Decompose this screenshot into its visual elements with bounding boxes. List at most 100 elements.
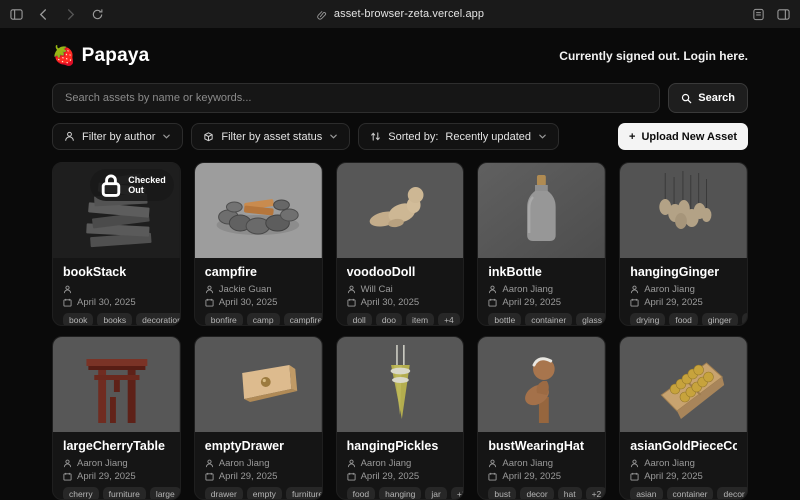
tag[interactable]: food: [669, 313, 698, 326]
tag[interactable]: decoration: [136, 313, 181, 326]
tag[interactable]: doll: [347, 313, 372, 326]
tag-more[interactable]: +2: [742, 313, 748, 326]
tag[interactable]: asian: [630, 487, 662, 500]
asset-card-largecherrytable[interactable]: largeCherryTable Aaron Jiang April 29, 2…: [52, 336, 181, 500]
tag[interactable]: bottle: [488, 313, 521, 326]
plus-icon: +: [629, 131, 635, 143]
asset-card-bustwearinghat[interactable]: bustWearingHat Aaron Jiang April 29, 202…: [477, 336, 606, 500]
search-icon: [681, 93, 692, 104]
asset-thumbnail: [620, 163, 747, 258]
tag[interactable]: books: [97, 313, 132, 326]
asset-card-inkbottle[interactable]: inkBottle Aaron Jiang April 29, 2025 bot…: [477, 162, 606, 326]
tag[interactable]: empty: [247, 487, 282, 500]
search-button[interactable]: Search: [668, 83, 748, 113]
asset-title: hangingGinger: [630, 265, 737, 279]
tag[interactable]: container: [525, 313, 572, 326]
asset-card-bookstack[interactable]: Checked Out bookStack April 30, 2025 boo…: [52, 162, 181, 326]
asset-thumbnail: [337, 163, 464, 258]
tag[interactable]: doo: [376, 313, 402, 326]
tag[interactable]: hat: [558, 487, 582, 500]
person-icon: [64, 131, 75, 142]
asset-thumbnail: [478, 163, 605, 258]
person-icon: [347, 285, 356, 294]
asset-thumbnail: [195, 337, 322, 432]
calendar-icon: [488, 472, 497, 481]
calendar-icon: [347, 472, 356, 481]
asset-title: bookStack: [63, 265, 170, 279]
tag[interactable]: container: [667, 487, 714, 500]
login-link[interactable]: Login here.: [680, 49, 748, 63]
person-icon: [205, 459, 214, 468]
asset-date: April 29, 2025: [347, 470, 454, 482]
url-bar[interactable]: asset-browser-zeta.vercel.app: [334, 8, 484, 20]
asset-author: Aaron Jiang: [488, 283, 595, 295]
tag[interactable]: item: [406, 313, 434, 326]
chevron-down-icon: [329, 132, 338, 141]
tag[interactable]: drawer: [205, 487, 243, 500]
sidebar-toggle-icon[interactable]: [10, 8, 23, 21]
sort-dropdown[interactable]: Sorted by: Recently updated: [358, 123, 559, 150]
asset-thumbnail: [620, 337, 747, 432]
tag[interactable]: cherry: [63, 487, 99, 500]
reader-icon[interactable]: [752, 8, 765, 21]
asset-title: campfire: [205, 265, 312, 279]
tag[interactable]: food: [347, 487, 376, 500]
person-icon: [488, 285, 497, 294]
asset-date: April 30, 2025: [205, 296, 312, 308]
tag-more[interactable]: +2: [451, 487, 465, 500]
forward-icon[interactable]: [64, 8, 77, 21]
sort-arrows-icon: [370, 131, 381, 142]
sidebar-right-icon[interactable]: [777, 8, 790, 21]
asset-card-hangingginger[interactable]: hangingGinger Aaron Jiang April 29, 2025…: [619, 162, 748, 326]
reload-icon[interactable]: [91, 8, 104, 21]
browser-chrome: asset-browser-zeta.vercel.app: [0, 0, 800, 28]
chevron-down-icon: [162, 132, 171, 141]
tag[interactable]: furniture: [103, 487, 146, 500]
asset-thumbnail: [337, 337, 464, 432]
app-logo[interactable]: 🍓 Papaya: [52, 44, 149, 68]
asset-card-campfire[interactable]: campfire Jackie Guan April 30, 2025 bonf…: [194, 162, 323, 326]
tag[interactable]: drying: [630, 313, 665, 326]
asset-date: April 30, 2025: [63, 296, 170, 308]
checked-out-badge: Checked Out: [90, 169, 174, 201]
tag[interactable]: decor: [520, 487, 553, 500]
search-input[interactable]: [52, 83, 660, 113]
tag[interactable]: glass: [576, 313, 606, 326]
asset-card-voodoodoll[interactable]: voodooDoll Will Cai April 30, 2025 doll …: [336, 162, 465, 326]
asset-card-hangingpickles[interactable]: hangingPickles Aaron Jiang April 29, 202…: [336, 336, 465, 500]
tag[interactable]: bust: [488, 487, 516, 500]
tag[interactable]: ginger: [702, 313, 738, 326]
tag[interactable]: camp: [247, 313, 280, 326]
filter-by-author-dropdown[interactable]: Filter by author: [52, 123, 183, 150]
person-icon: [630, 285, 639, 294]
tag-more[interactable]: +4: [438, 313, 460, 326]
person-icon: [347, 459, 356, 468]
asset-date: April 30, 2025: [347, 296, 454, 308]
tag[interactable]: large: [150, 487, 181, 500]
tag[interactable]: decor: [717, 487, 748, 500]
asset-author: Aaron Jiang: [630, 457, 737, 469]
sort-value: Recently updated: [445, 131, 531, 143]
tag[interactable]: furniture: [286, 487, 323, 500]
tag[interactable]: bonfire: [205, 313, 243, 326]
asset-title: emptyDrawer: [205, 439, 312, 453]
upload-new-asset-button[interactable]: + Upload New Asset: [618, 123, 748, 150]
asset-thumbnail: [53, 337, 180, 432]
tag[interactable]: hanging: [379, 487, 421, 500]
calendar-icon: [630, 298, 639, 307]
calendar-icon: [488, 298, 497, 307]
asset-card-emptydrawer[interactable]: emptyDrawer Aaron Jiang April 29, 2025 d…: [194, 336, 323, 500]
tag-more[interactable]: +2: [586, 487, 607, 500]
asset-date: April 29, 2025: [205, 470, 312, 482]
strawberry-logo-icon: 🍓: [52, 44, 76, 68]
person-icon: [63, 459, 72, 468]
asset-title: bustWearingHat: [488, 439, 595, 453]
calendar-icon: [205, 298, 214, 307]
tag[interactable]: jar: [425, 487, 446, 500]
back-icon[interactable]: [37, 8, 50, 21]
person-icon: [63, 285, 72, 294]
asset-card-asiangoldpiececontainer[interactable]: asianGoldPieceContainer Aaron Jiang Apri…: [619, 336, 748, 500]
tag[interactable]: book: [63, 313, 93, 326]
filter-by-status-dropdown[interactable]: Filter by asset status: [191, 123, 350, 150]
tag[interactable]: campfire: [284, 313, 323, 326]
